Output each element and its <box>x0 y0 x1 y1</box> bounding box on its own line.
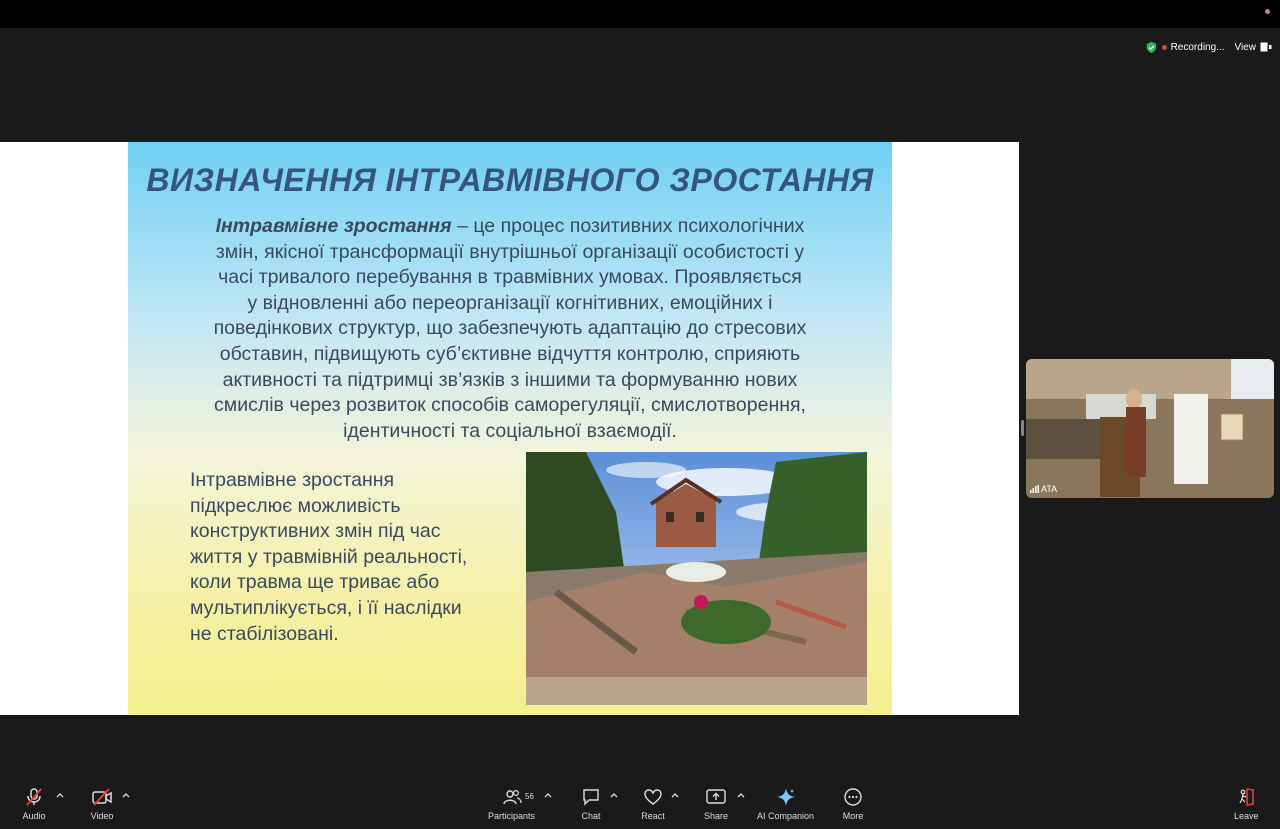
view-layout-icon <box>1260 42 1272 52</box>
definition-line: – це процес позитивних психологічних <box>451 215 805 237</box>
more-label: More <box>842 811 864 821</box>
slide-definition: Інтравмівне зростання – це процес позити… <box>168 214 852 444</box>
video-button[interactable]: Video <box>90 786 114 821</box>
text-line: не стабілізовані. <box>190 622 339 645</box>
notification-dot <box>1265 9 1270 14</box>
share-label: Share <box>704 811 729 821</box>
definition-line: ідентичності та соціальної взаємодії. <box>343 419 677 442</box>
ruins-flower-photo <box>526 452 867 705</box>
participants-options-caret-icon[interactable] <box>543 790 553 800</box>
definition-line: поведінкових структур, що забезпечують а… <box>213 317 807 340</box>
video-label: Video <box>90 811 114 821</box>
ai-companion-button[interactable]: AI Companion <box>757 786 814 821</box>
sparkle-icon <box>776 788 795 806</box>
camera-off-icon <box>92 788 112 806</box>
leave-door-icon <box>1239 788 1255 806</box>
chat-options-caret-icon[interactable] <box>609 790 619 800</box>
participants-label: Participants <box>488 811 536 821</box>
text-line: підкреслює можливість <box>190 494 401 517</box>
text-line: мультиплікується, і її наслідки <box>190 596 462 619</box>
presentation-slide: ВИЗНАЧЕННЯ ІНТРАВМІВНОГО ЗРОСТАННЯ Інтра… <box>128 142 892 715</box>
recording-label: Recording... <box>1170 41 1225 53</box>
text-line: коли травма ще триває або <box>190 571 440 594</box>
microphone-muted-icon <box>26 788 42 806</box>
share-screen-icon <box>706 789 726 804</box>
view-label: View <box>1234 41 1257 53</box>
participants-icon <box>502 789 522 805</box>
definition-line: у відновленні або переорганізації когніт… <box>247 291 773 314</box>
react-label: React <box>641 811 665 821</box>
heart-icon <box>644 789 662 805</box>
signal-bars-icon <box>1030 485 1039 493</box>
audio-label: Audio <box>22 811 46 821</box>
slide-secondary-text: Інтравмівне зростання підкреслює можливі… <box>190 468 520 647</box>
status-bar: Recording... View <box>1145 38 1272 56</box>
participant-name-badge: ATA <box>1030 484 1057 494</box>
video-options-caret-icon[interactable] <box>121 790 131 800</box>
leave-button[interactable]: Leave <box>1234 786 1259 821</box>
react-options-caret-icon[interactable] <box>670 790 680 800</box>
participant-name: ATA <box>1041 484 1058 494</box>
chat-button[interactable]: Chat <box>579 786 603 821</box>
slide-title: ВИЗНАЧЕННЯ ІНТРАВМІВНОГО ЗРОСТАННЯ <box>146 162 874 198</box>
share-options-caret-icon[interactable] <box>736 790 746 800</box>
definition-line: змін, якісної трансформації внутрішньої … <box>215 240 805 263</box>
text-line: Інтравмівне зростання <box>190 469 395 491</box>
participant-video-tile[interactable]: ATA <box>1026 359 1274 498</box>
recording-dot <box>1161 44 1167 50</box>
definition-line: часі тривалого перебування в травмівних … <box>218 266 802 289</box>
audio-button[interactable]: Audio <box>22 786 46 821</box>
participants-count: 56 <box>525 792 534 801</box>
text-line: конструктивних змін під час <box>190 520 441 543</box>
share-button[interactable]: Share <box>704 786 728 821</box>
definition-line: активності та підтримці зв’язків з іншим… <box>222 368 798 391</box>
participant-video-feed <box>1026 359 1274 498</box>
leave-label: Leave <box>1234 811 1259 821</box>
definition-term: Інтравмівне зростання <box>215 215 452 237</box>
view-button[interactable]: View <box>1235 42 1273 53</box>
definition-line: смислів через розвиток способів саморегу… <box>214 394 806 417</box>
react-button[interactable]: React <box>641 786 665 821</box>
text-line: життя у травмівній реальності, <box>190 545 468 568</box>
chat-label: Chat <box>581 811 601 821</box>
shared-screen: ВИЗНАЧЕННЯ ІНТРАВМІВНОГО ЗРОСТАННЯ Інтра… <box>0 142 1019 715</box>
recording-indicator[interactable]: Recording... <box>1145 41 1225 54</box>
chat-bubble-icon <box>583 789 599 806</box>
audio-options-caret-icon[interactable] <box>55 790 65 800</box>
more-button[interactable]: More <box>841 786 865 821</box>
more-dots-icon <box>844 788 862 806</box>
window-top-bar <box>0 0 1280 28</box>
definition-line: обставин, підвищують суб’єктивне відчутт… <box>219 342 801 365</box>
shield-check-icon <box>1146 41 1156 53</box>
panel-resize-handle[interactable] <box>1021 420 1024 436</box>
ai-companion-label: AI Companion <box>757 811 815 821</box>
